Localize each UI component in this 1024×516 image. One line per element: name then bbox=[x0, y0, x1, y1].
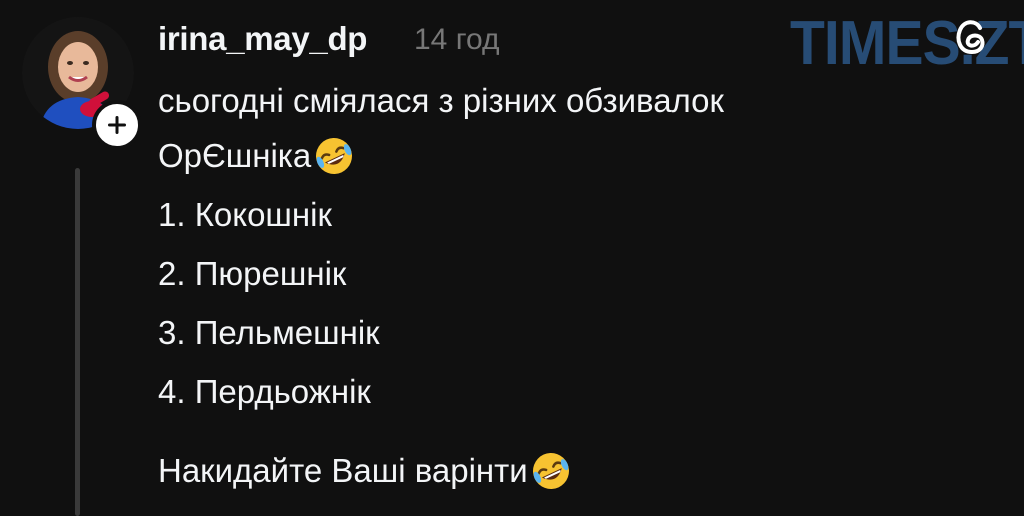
post-text-line-1: сьогодні сміялася з різних обзивалок bbox=[158, 82, 724, 120]
list-item: 4. Пердьожнік bbox=[158, 373, 371, 411]
post-text-line-last: Накидайте Ваші варінти bbox=[158, 450, 572, 492]
post-text: 1. Кокошнік bbox=[158, 196, 332, 233]
rofl-emoji-icon bbox=[532, 453, 569, 489]
post-text: 4. Пердьожнік bbox=[158, 373, 371, 410]
post-text: Накидайте Ваші варінти bbox=[158, 452, 528, 489]
rofl-emoji-icon bbox=[316, 138, 353, 174]
post-text: ОрЄшніка bbox=[158, 137, 312, 174]
post-text: 2. Пюрешнік bbox=[158, 255, 347, 292]
list-item: 3. Пельмешнік bbox=[158, 314, 380, 352]
thread-line bbox=[75, 168, 80, 516]
plus-icon bbox=[108, 116, 126, 134]
post-text: сьогодні сміялася з різних обзивалок bbox=[158, 82, 724, 119]
timestamp: 14 год bbox=[414, 23, 500, 56]
list-item: 1. Кокошнік bbox=[158, 196, 332, 234]
thread-post: irina_may_dp 14 год TIMES.ZT сьогодні см… bbox=[0, 0, 1024, 516]
follow-button[interactable] bbox=[92, 100, 142, 150]
threads-logo-icon bbox=[956, 20, 985, 55]
post-text: 3. Пельмешнік bbox=[158, 314, 380, 351]
list-item: 2. Пюрешнік bbox=[158, 255, 346, 293]
post-text-line-2: ОрЄшніка bbox=[158, 135, 355, 177]
username[interactable]: irina_may_dp bbox=[158, 20, 367, 58]
